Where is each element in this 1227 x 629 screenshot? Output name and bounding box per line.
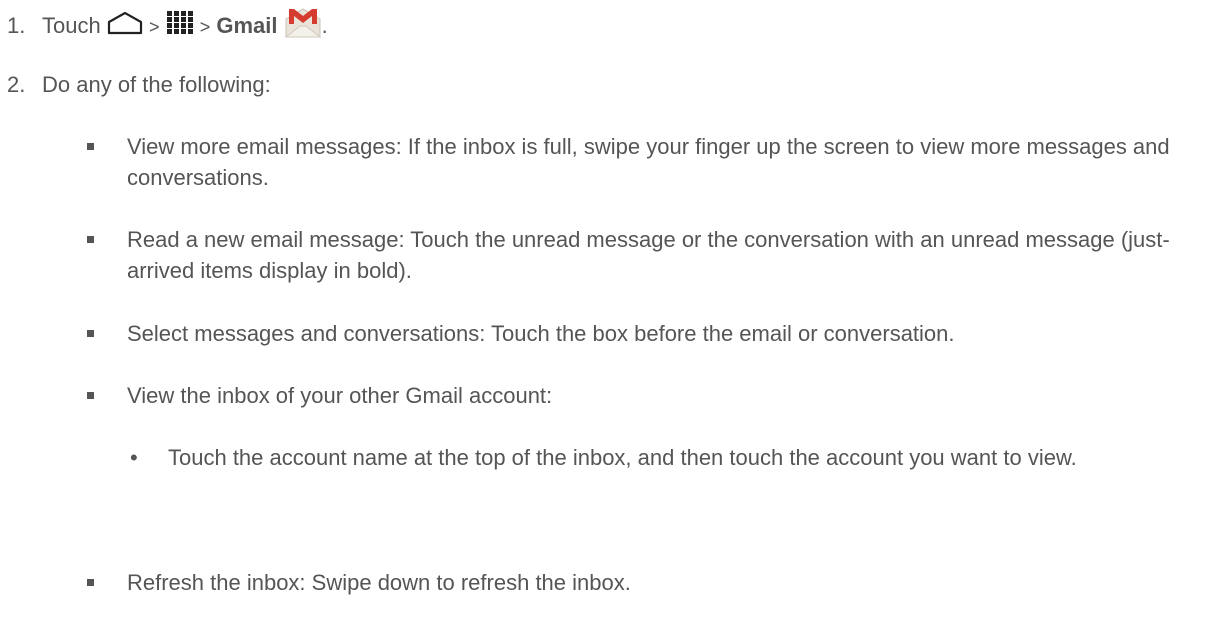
gmail-icon: [284, 7, 322, 47]
apps-grid-icon: [166, 10, 194, 44]
home-icon: [107, 11, 143, 43]
bullet-square-icon: [87, 579, 94, 586]
bullet-square-icon: [87, 143, 94, 150]
bullet-square-icon: [87, 236, 94, 243]
list-item-text: Refresh the inbox: Swipe down to refresh…: [127, 570, 631, 595]
step-text: Do any of the following:: [42, 72, 271, 97]
list-item: View the inbox of your other Gmail accou…: [87, 380, 1217, 411]
list-item: Select messages and conversations: Touch…: [87, 318, 1217, 349]
separator: >: [148, 16, 160, 37]
step-number: 1.: [7, 12, 26, 38]
step-number: 2.: [7, 72, 26, 97]
instruction-document: 1. Touch > > Gmail . 2. Do any of the fo…: [0, 0, 1227, 629]
sub-list-item-text: Touch the account name at the top of the…: [168, 445, 1077, 470]
list-item-text: View the inbox of your other Gmail accou…: [127, 383, 553, 408]
bullet-dot-icon: •: [130, 445, 138, 470]
list-item-text: Read a new email message: Touch the unre…: [127, 227, 1170, 283]
step-2: 2. Do any of the following:: [7, 70, 271, 100]
separator: >: [199, 16, 211, 37]
list-item: Read a new email message: Touch the unre…: [87, 224, 1217, 286]
bullet-square-icon: [87, 330, 94, 337]
list-item: View more email messages: If the inbox i…: [87, 131, 1217, 193]
list-item-text: View more email messages: If the inbox i…: [127, 134, 1170, 190]
app-name: Gmail: [216, 12, 278, 38]
sub-list-item: • Touch the account name at the top of t…: [130, 442, 1220, 473]
step-text: Touch: [42, 12, 101, 38]
bullet-square-icon: [87, 392, 94, 399]
list-item-text: Select messages and conversations: Touch…: [127, 321, 955, 346]
period: .: [321, 12, 328, 38]
step-1: 1. Touch > > Gmail .: [7, 7, 328, 47]
list-item: Refresh the inbox: Swipe down to refresh…: [87, 567, 1217, 598]
